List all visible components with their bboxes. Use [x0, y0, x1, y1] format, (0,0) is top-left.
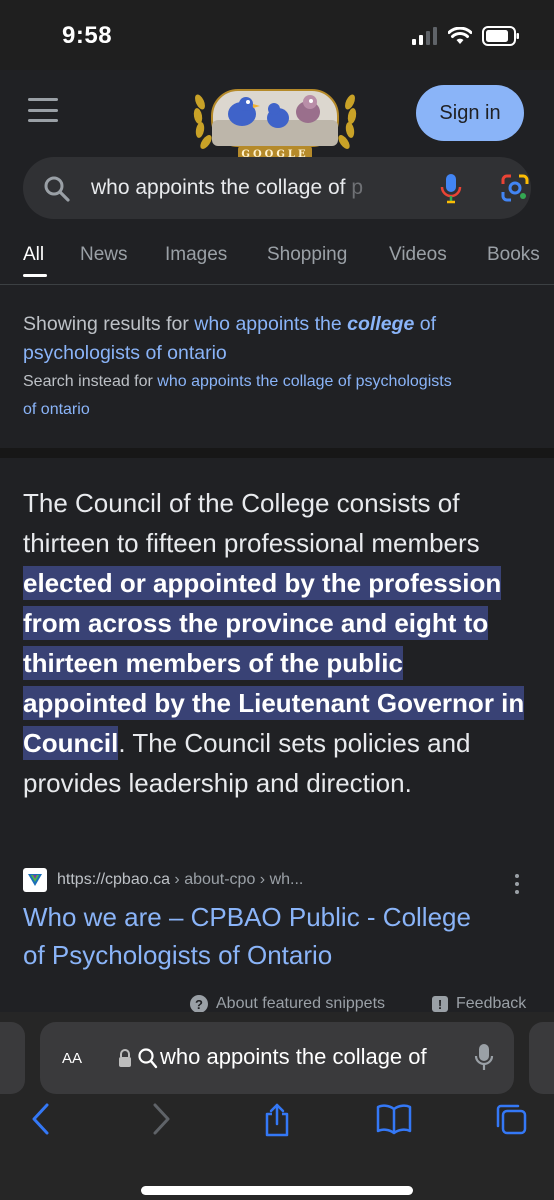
reader-options-button[interactable]: AA [62, 1046, 82, 1069]
tab-all[interactable]: All [23, 244, 44, 266]
cellular-signal-icon [412, 27, 437, 45]
featured-snippet-text: The Council of the College consists of t… [23, 488, 525, 798]
safari-toolbar: AA who appoints the collage of [0, 1012, 554, 1200]
search-instead-for: Search instead for who appoints the coll… [23, 373, 452, 418]
tabs-divider [0, 284, 554, 285]
tab-news[interactable]: News [80, 244, 128, 266]
microphone-icon[interactable] [474, 1043, 494, 1073]
snippet-footer: ? About featured snippets ! Feedback [0, 993, 554, 1013]
feedback-icon: ! [432, 996, 448, 1012]
battery-icon [482, 26, 519, 46]
search-tabs: All News Images Shopping Videos Books [0, 232, 554, 284]
safari-nav-row [0, 1102, 554, 1142]
active-tab-indicator [23, 274, 47, 277]
next-tab-preview[interactable] [529, 1022, 554, 1094]
lock-icon [119, 1049, 131, 1067]
sign-in-button[interactable]: Sign in [416, 85, 524, 141]
cpbao-favicon [23, 868, 47, 892]
question-icon: ? [190, 995, 208, 1013]
tabs-icon[interactable] [494, 1102, 528, 1136]
voice-search-icon[interactable] [439, 173, 463, 205]
google-lens-icon[interactable] [501, 174, 529, 202]
more-options-icon[interactable] [515, 874, 519, 894]
tab-books[interactable]: Books [487, 244, 540, 266]
home-indicator[interactable] [141, 1186, 413, 1195]
share-icon[interactable] [262, 1102, 292, 1138]
section-divider [0, 448, 554, 458]
search-icon [138, 1048, 158, 1069]
tab-images[interactable]: Images [165, 244, 227, 266]
status-icons [412, 26, 520, 46]
status-time: 9:58 [62, 22, 113, 49]
tab-shopping[interactable]: Shopping [267, 244, 347, 266]
about-featured-snippets-link[interactable]: ? About featured snippets [190, 995, 385, 1013]
search-input[interactable]: who appoints the collage of p [23, 157, 531, 219]
address-text[interactable]: who appoints the collage of [160, 1044, 450, 1070]
forward-icon[interactable] [150, 1102, 172, 1136]
previous-tab-preview[interactable] [0, 1022, 25, 1094]
search-query[interactable]: who appoints the collage of p [91, 176, 415, 200]
status-bar: 9:58 [0, 0, 554, 70]
wifi-icon [448, 27, 472, 44]
bookmarks-icon[interactable] [376, 1102, 412, 1136]
address-bar[interactable]: AA who appoints the collage of [40, 1022, 514, 1094]
result-source[interactable]: https://cpbao.ca › about-cpo › wh... [23, 868, 303, 892]
feedback-link[interactable]: ! Feedback [432, 995, 526, 1013]
back-icon[interactable] [30, 1102, 52, 1136]
source-url[interactable]: https://cpbao.ca › about-cpo › wh... [57, 871, 303, 889]
result-title-link[interactable]: Who we are – CPBAO Public - College of Ps… [23, 898, 533, 974]
spelling-correction: Showing results for who appoints the col… [23, 310, 533, 424]
showing-results-for: Showing results for who appoints the col… [23, 313, 436, 364]
google-doodle-logo[interactable]: GOOGLE [190, 80, 360, 162]
menu-icon[interactable] [28, 98, 58, 122]
tab-videos[interactable]: Videos [389, 244, 447, 266]
search-icon [44, 176, 70, 202]
